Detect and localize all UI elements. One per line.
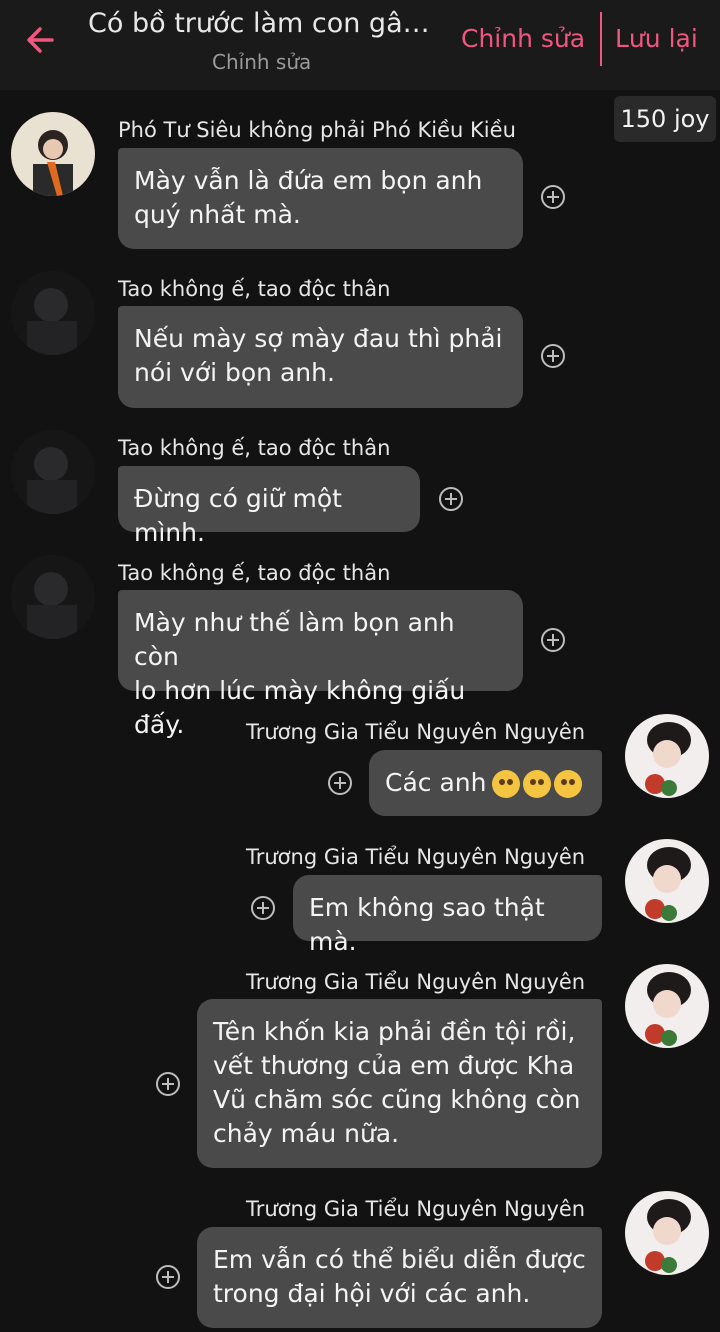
avatar-image [11,555,95,639]
message-line: quý nhất mà. [134,200,301,229]
message-line: trong đại hội với các anh. [213,1279,531,1308]
back-arrow-icon[interactable] [22,20,62,60]
avatar[interactable] [625,1191,709,1275]
pleading-face-icon [523,770,552,798]
add-reaction-icon[interactable] [250,895,276,921]
avatar[interactable] [11,430,95,514]
avatar-image [11,112,95,196]
add-reaction-icon[interactable] [155,1264,181,1290]
conversation-title: Có bồ trước làm con gâ… [88,8,430,39]
sender-name: Trương Gia Tiểu Nguyên Nguyên [246,720,586,744]
message-line: Các anh [385,768,487,797]
message-bubble[interactable]: Nếu mày sợ mày đau thì phải nói với bọn … [118,306,523,408]
sender-name: Tao không ế, tao độc thân [118,436,391,460]
add-reaction-icon[interactable] [540,627,566,653]
pleading-face-icon [492,770,521,798]
avatar[interactable] [11,112,95,196]
avatar-image [625,1191,709,1275]
message-line: Em vẫn có thể biểu diễn được [213,1245,586,1274]
add-reaction-icon[interactable] [540,184,566,210]
emoji-group [492,770,585,798]
header-divider [600,12,602,66]
sender-name: Trương Gia Tiểu Nguyên Nguyên [246,845,586,869]
message-line: chảy máu nữa. [213,1119,400,1148]
message-bubble[interactable]: Em không sao thật mà. [293,875,602,956]
message-bubble[interactable]: Các anh [369,750,602,816]
avatar[interactable] [625,714,709,798]
avatar-image [625,964,709,1048]
message-line: Đừng có giữ một mình. [134,484,342,547]
sender-name: Trương Gia Tiểu Nguyên Nguyên [246,1197,586,1221]
avatar[interactable] [11,555,95,639]
edit-button[interactable]: Chỉnh sửa [461,24,585,53]
message-bubble[interactable]: Mày vẫn là đứa em bọn anh quý nhất mà. [118,148,523,249]
avatar[interactable] [625,964,709,1048]
avatar-image [625,839,709,923]
sender-name: Phó Tư Siêu không phải Phó Kiều Kiều [118,118,516,142]
message-bubble[interactable]: Đừng có giữ một mình. [118,466,420,547]
message-line: Mày như thế làm bọn anh còn [134,608,455,671]
avatar-image [11,430,95,514]
save-button[interactable]: Lưu lại [615,24,698,53]
add-reaction-icon[interactable] [540,343,566,369]
message-line: Em không sao thật mà. [309,893,545,956]
message-bubble[interactable]: Tên khốn kia phải đền tội rồi, vết thươn… [197,999,602,1168]
message-line: vết thương của em được Kha [213,1051,575,1080]
avatar-image [625,714,709,798]
avatar[interactable] [625,839,709,923]
add-reaction-icon[interactable] [155,1071,181,1097]
message-line: Vũ chăm sóc cũng không còn [213,1085,581,1114]
avatar-image [11,271,95,355]
avatar[interactable] [11,271,95,355]
add-reaction-icon[interactable] [327,770,353,796]
sender-name: Tao không ế, tao độc thân [118,277,391,301]
message-bubble[interactable]: Mày như thế làm bọn anh còn lo hơn lúc m… [118,590,523,739]
joy-badge: 150 joy [614,96,716,142]
add-reaction-icon[interactable] [438,486,464,512]
message-line: Mày vẫn là đứa em bọn anh [134,166,483,195]
message-bubble[interactable]: Em vẫn có thể biểu diễn được trong đại h… [197,1227,602,1328]
sender-name: Trương Gia Tiểu Nguyên Nguyên [246,970,586,994]
pleading-face-icon [554,770,583,798]
message-line: Tên khốn kia phải đền tội rồi, [213,1017,576,1046]
sender-name: Tao không ế, tao độc thân [118,561,391,585]
message-line: nói với bọn anh. [134,358,335,387]
conversation-subtitle: Chỉnh sửa [212,50,312,74]
message-line: Nếu mày sợ mày đau thì phải [134,324,503,353]
top-bar: Có bồ trước làm con gâ… Chỉnh sửa Chỉnh … [0,0,720,90]
